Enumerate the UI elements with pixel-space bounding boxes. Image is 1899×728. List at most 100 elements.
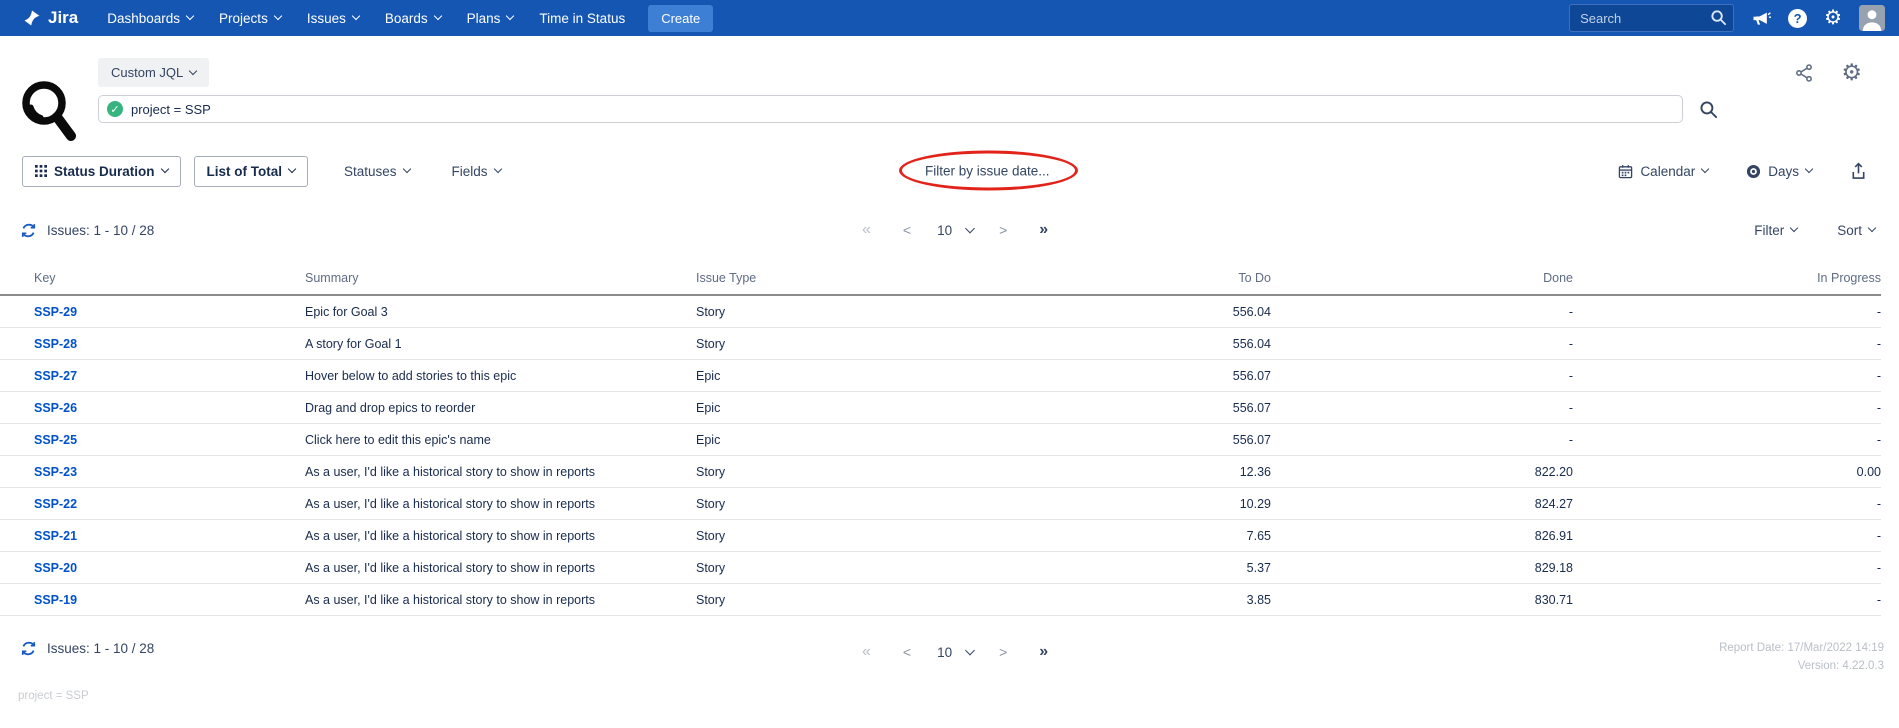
chevron-down-icon: [965, 645, 975, 655]
done-value: 822.20: [1271, 465, 1573, 479]
todo-value: 556.07: [896, 369, 1271, 383]
create-button[interactable]: Create: [648, 5, 713, 32]
todo-value: 3.85: [896, 593, 1271, 607]
filter-sort-group: Filter Sort: [1714, 223, 1875, 238]
calendar-dropdown[interactable]: Calendar: [1618, 164, 1708, 179]
nav-item-dashboards[interactable]: Dashboards: [94, 0, 206, 36]
done-value: -: [1271, 433, 1573, 447]
issue-key-link[interactable]: SSP-28: [34, 337, 305, 351]
jql-input[interactable]: [131, 102, 1682, 117]
issue-type: Epic: [696, 369, 896, 383]
first-page-button[interactable]: «: [862, 643, 871, 661]
issue-key-link[interactable]: SSP-29: [34, 305, 305, 319]
summary: As a user, I'd like a historical story t…: [305, 561, 696, 575]
issue-type: Story: [696, 561, 896, 575]
page-size-value: 10: [937, 223, 952, 238]
calendar-icon: [1618, 164, 1633, 179]
nav-item-projects[interactable]: Projects: [206, 0, 294, 36]
col-header-issue-type[interactable]: Issue Type: [696, 271, 896, 285]
todo-value: 12.36: [896, 465, 1271, 479]
date-filter-placeholder: Filter by issue date...: [925, 164, 1050, 179]
done-value: 824.27: [1271, 497, 1573, 511]
gear-icon[interactable]: ⚙: [1824, 8, 1842, 28]
issue-key-link[interactable]: SSP-23: [34, 465, 305, 479]
issue-key-link[interactable]: SSP-21: [34, 529, 305, 543]
page-size-dropdown[interactable]: 10: [937, 223, 973, 238]
issue-type: Epic: [696, 401, 896, 415]
nav-item-issues[interactable]: Issues: [294, 0, 372, 36]
col-header-todo[interactable]: To Do: [896, 271, 1271, 285]
nav-item-time-in-status[interactable]: Time in Status: [526, 0, 638, 36]
export-icon[interactable]: [1850, 162, 1867, 180]
sort-label: Sort: [1837, 223, 1862, 238]
issues-count-label: Issues: 1 - 10 / 28: [47, 223, 154, 238]
issue-type: Story: [696, 465, 896, 479]
col-header-done[interactable]: Done: [1271, 271, 1573, 285]
in-progress-value: -: [1573, 497, 1881, 511]
issue-key-link[interactable]: SSP-19: [34, 593, 305, 607]
page-size-value: 10: [937, 645, 952, 660]
run-query-search-icon[interactable]: [1699, 100, 1718, 119]
jira-brand[interactable]: Jira: [22, 8, 78, 28]
first-page-button[interactable]: «: [862, 221, 871, 239]
next-page-button[interactable]: >: [999, 222, 1007, 238]
page-size-dropdown[interactable]: 10: [937, 645, 973, 660]
prev-page-button[interactable]: <: [903, 222, 911, 238]
share-icon[interactable]: [1794, 63, 1814, 83]
avatar[interactable]: [1859, 5, 1885, 31]
chevron-down-icon: [352, 12, 360, 20]
prev-page-button[interactable]: <: [903, 644, 911, 660]
nav-item-boards[interactable]: Boards: [372, 0, 454, 36]
settings-gear-icon[interactable]: ⚙: [1841, 61, 1862, 84]
report-toolbar: Status Duration List of Total Statuses F…: [0, 155, 1899, 187]
issue-type: Story: [696, 337, 896, 351]
issue-type: Story: [696, 529, 896, 543]
jql-mode-dropdown[interactable]: Custom JQL: [98, 58, 209, 87]
in-progress-value: 0.00: [1573, 465, 1881, 479]
chevron-down-icon: [288, 165, 296, 173]
issue-date-filter[interactable]: Filter by issue date...: [925, 164, 1050, 179]
col-header-key[interactable]: Key: [34, 271, 305, 285]
fields-dropdown[interactable]: Fields: [452, 164, 501, 179]
last-page-button[interactable]: »: [1039, 643, 1048, 661]
statuses-dropdown[interactable]: Statuses: [344, 164, 410, 179]
pagination-top: « < 10 > »: [862, 221, 1048, 239]
issue-key-link[interactable]: SSP-22: [34, 497, 305, 511]
sort-dropdown[interactable]: Sort: [1837, 223, 1875, 238]
last-page-button[interactable]: »: [1039, 221, 1048, 239]
help-icon[interactable]: ?: [1788, 9, 1807, 28]
nav-item-plans[interactable]: Plans: [454, 0, 527, 36]
col-header-in-progress[interactable]: In Progress: [1573, 271, 1881, 285]
in-progress-value: -: [1573, 561, 1881, 575]
done-value: 830.71: [1271, 593, 1573, 607]
jql-mode-label: Custom JQL: [111, 65, 183, 80]
refresh-icon[interactable]: [20, 222, 37, 239]
issue-key-link[interactable]: SSP-20: [34, 561, 305, 575]
col-header-summary[interactable]: Summary: [305, 271, 696, 285]
issue-key-link[interactable]: SSP-25: [34, 433, 305, 447]
issue-type: Story: [696, 593, 896, 607]
fields-label: Fields: [452, 164, 488, 179]
issue-key-link[interactable]: SSP-27: [34, 369, 305, 383]
table-row: SSP-28A story for Goal 1Story556.04--: [0, 328, 1881, 360]
done-value: 826.91: [1271, 529, 1573, 543]
chevron-down-icon: [186, 12, 194, 20]
filter-dropdown[interactable]: Filter: [1754, 223, 1797, 238]
megaphone-icon[interactable]: [1751, 8, 1771, 28]
issue-key-link[interactable]: SSP-26: [34, 401, 305, 415]
chevron-down-icon: [1790, 224, 1798, 232]
report-type-dropdown[interactable]: Status Duration: [22, 156, 181, 187]
report-type-label: Status Duration: [54, 164, 155, 179]
list-mode-dropdown[interactable]: List of Total: [194, 156, 309, 187]
search-icon[interactable]: [1710, 9, 1727, 26]
todo-value: 556.07: [896, 401, 1271, 415]
table-row: SSP-29Epic for Goal 3Story556.04--: [0, 296, 1881, 328]
refresh-icon[interactable]: [20, 640, 37, 657]
next-page-button[interactable]: >: [999, 644, 1007, 660]
statuses-label: Statuses: [344, 164, 397, 179]
issue-type: Story: [696, 305, 896, 319]
jira-logo-icon: [22, 8, 42, 28]
chevron-down-icon: [1868, 224, 1876, 232]
chevron-down-icon: [1701, 165, 1709, 173]
time-unit-dropdown[interactable]: Days: [1746, 164, 1812, 179]
